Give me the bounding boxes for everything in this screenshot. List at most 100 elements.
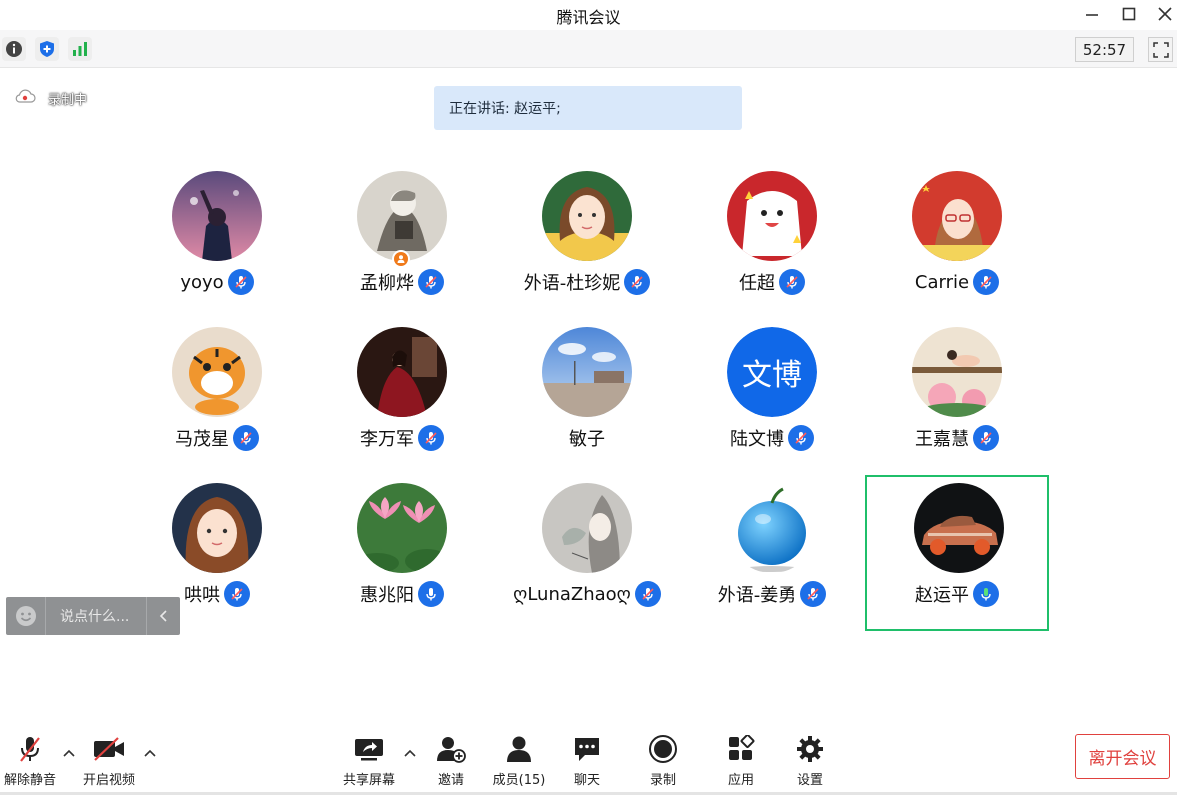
avatar (542, 483, 632, 573)
mic-muted-icon (227, 269, 254, 295)
start-video-button[interactable]: 开启视频 (80, 732, 138, 788)
participant-name: 李万军 (360, 429, 414, 450)
avatar (357, 171, 447, 261)
leave-meeting-button[interactable]: 离开会议 (1075, 734, 1170, 779)
share-screen-icon (353, 732, 385, 766)
meeting-timer: 52:57 (1075, 37, 1134, 62)
video-options-chevron-icon[interactable] (143, 746, 157, 760)
chat-button[interactable]: 聊天 (566, 732, 608, 788)
mic-muted-icon (224, 581, 250, 607)
chat-placeholder[interactable]: 说点什么... (46, 606, 146, 626)
participant-tile[interactable]: 惠兆阳 (310, 483, 494, 638)
emoji-icon[interactable] (6, 597, 46, 635)
participant-name-line: 孟柳烨 (310, 269, 494, 295)
recording-indicator: 录制中 (14, 88, 87, 108)
participant-name-line: ღLunaZhaoღ (495, 581, 679, 607)
participant-name: 惠兆阳 (360, 585, 414, 606)
recording-label: 录制中 (48, 92, 88, 108)
share-screen-label: 共享屏幕 (342, 773, 395, 788)
participant-name: ღLunaZhaoღ (513, 583, 631, 605)
participant-tile[interactable]: ღLunaZhaoღ (495, 483, 679, 638)
chat-quick-input[interactable]: 说点什么... (6, 597, 180, 635)
participant-name-line: 敏子 (495, 425, 679, 451)
avatar (542, 171, 632, 261)
participant-tile[interactable]: 李万军 (310, 327, 494, 482)
settings-label: 设置 (796, 773, 823, 788)
participant-name: 哄哄 (184, 585, 220, 606)
info-icon[interactable] (2, 37, 26, 61)
close-icon[interactable] (1150, 2, 1177, 26)
speaking-banner: 正在讲话: 赵运平; (434, 86, 742, 130)
participant-name-line: Carrie (865, 269, 1049, 295)
apps-label: 应用 (727, 773, 754, 788)
participant-name-line: 任超 (680, 269, 864, 295)
participant-name: 陆文博 (730, 429, 784, 450)
participant-tile[interactable]: 外语-杜珍妮 (495, 171, 679, 326)
minimize-icon[interactable] (1077, 2, 1107, 26)
participant-name-line: 外语-姜勇 (680, 581, 864, 607)
participant-name-line: 王嘉慧 (865, 425, 1049, 451)
mic-muted-icon (973, 269, 1000, 295)
fullscreen-icon[interactable] (1148, 37, 1173, 62)
security-shield-icon[interactable] (35, 37, 59, 61)
participant-name: 孟柳烨 (360, 273, 414, 294)
participant-tile[interactable]: 马茂星 (125, 327, 309, 482)
participant-tile[interactable]: 文博 陆文博 (680, 327, 864, 482)
unmute-label: 解除静音 (3, 773, 56, 788)
window-title: 腾讯会议 (556, 8, 621, 27)
participant-name-line: 李万军 (310, 425, 494, 451)
unmute-button[interactable]: 解除静音 (2, 732, 58, 788)
invite-button[interactable]: 邀请 (428, 732, 474, 788)
add-user-icon (436, 732, 466, 766)
chat-label: 聊天 (573, 773, 600, 788)
mic-muted-icon (233, 425, 259, 451)
invite-label: 邀请 (437, 773, 464, 788)
participant-name: 敏子 (569, 429, 605, 450)
participant-tile[interactable]: 敏子 (495, 327, 679, 482)
participant-name: 外语-杜珍妮 (523, 273, 621, 294)
avatar (914, 483, 1004, 573)
participant-tile-active-speaker[interactable]: 赵运平 (865, 475, 1049, 631)
participant-tile[interactable]: yoyo (125, 171, 309, 326)
cloud-record-icon (14, 88, 36, 108)
network-signal-icon[interactable] (68, 37, 92, 61)
participant-name: Carrie (914, 271, 970, 293)
maximize-icon[interactable] (1114, 2, 1144, 26)
members-button[interactable]: 成员(15) (490, 732, 548, 788)
text-avatar: 文博 (727, 327, 817, 417)
participant-tile[interactable]: Carrie (865, 171, 1049, 326)
participant-tile[interactable]: 任超 (680, 171, 864, 326)
bottom-toolbar: 解除静音 开启视频 共享屏幕 邀请 成员(15) 聊天 录制 应用 设置 离开会… (0, 724, 1177, 795)
apps-button[interactable]: 应用 (720, 732, 762, 788)
members-label: 成员(15) (492, 773, 546, 788)
avatar (542, 327, 632, 417)
participant-name-line: 惠兆阳 (310, 581, 494, 607)
share-screen-button[interactable]: 共享屏幕 (340, 732, 398, 788)
chevron-left-icon[interactable] (146, 597, 180, 635)
participant-name: 马茂星 (175, 429, 229, 450)
members-icon (504, 732, 534, 766)
participant-name: 王嘉慧 (915, 429, 969, 450)
settings-button[interactable]: 设置 (789, 732, 831, 788)
record-icon (648, 732, 678, 766)
participant-tile[interactable]: 外语-姜勇 (680, 483, 864, 638)
avatar (172, 483, 262, 573)
share-options-chevron-icon[interactable] (403, 746, 417, 760)
top-toolbar: 52:57 (0, 30, 1177, 68)
mic-muted-icon (973, 425, 999, 451)
participant-tile[interactable]: 孟柳烨 (310, 171, 494, 326)
host-badge-icon (392, 250, 410, 268)
participant-name-line: 马茂星 (125, 425, 309, 451)
participant-name: yoyo (180, 271, 224, 293)
record-button[interactable]: 录制 (642, 732, 684, 788)
participant-name: 外语-姜勇 (717, 585, 797, 606)
avatar (172, 171, 262, 261)
avatar (727, 483, 817, 573)
mic-off-icon (15, 732, 45, 766)
participant-name: 任超 (739, 273, 775, 294)
apps-grid-icon (727, 732, 755, 766)
avatar (357, 483, 447, 573)
audio-options-chevron-icon[interactable] (62, 746, 76, 760)
participant-tile[interactable]: 王嘉慧 (865, 327, 1049, 482)
avatar (912, 171, 1002, 261)
